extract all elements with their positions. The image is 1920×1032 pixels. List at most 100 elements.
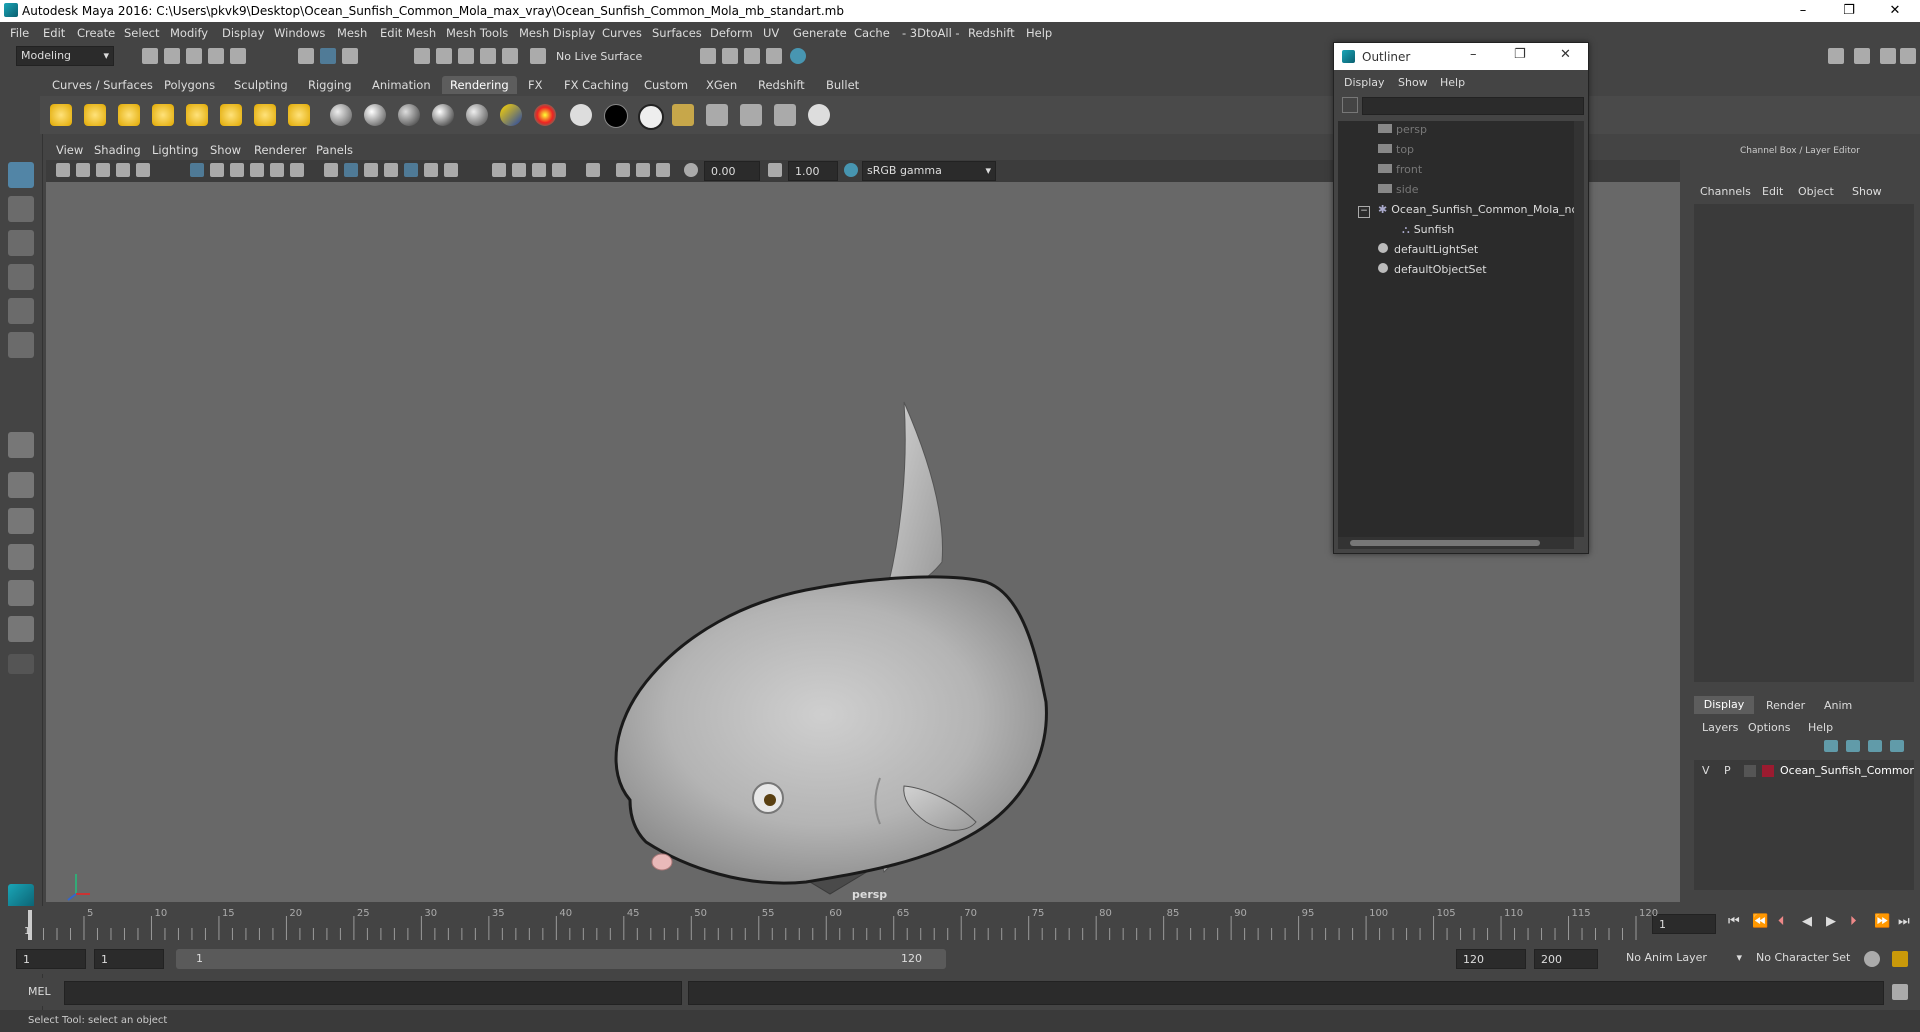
outliner-item-persp[interactable]: persp: [1378, 121, 1427, 139]
layer-tab-anim[interactable]: Anim: [1824, 699, 1852, 712]
new-layer-icon[interactable]: [1824, 740, 1838, 752]
outliner-search-input[interactable]: [1362, 97, 1584, 115]
step-back-frame-icon[interactable]: ⏴: [1778, 914, 1785, 929]
viewport-menu-renderer[interactable]: Renderer: [254, 143, 307, 157]
smooth-shade-icon[interactable]: [344, 163, 358, 177]
layer-row[interactable]: V P Ocean_Sunfish_Commor: [1694, 762, 1914, 780]
outliner-close-button[interactable]: ✕: [1560, 47, 1571, 62]
character-set-dropdown[interactable]: No Character Set: [1752, 949, 1876, 969]
menu-mesh-display[interactable]: Mesh Display: [519, 26, 595, 40]
ipr-render-icon[interactable]: [744, 48, 760, 64]
play-forward-icon[interactable]: ▶: [1826, 914, 1836, 929]
playback-start-field[interactable]: 1: [94, 949, 164, 969]
texture-icon[interactable]: [672, 104, 694, 126]
safe-action-icon[interactable]: [290, 163, 304, 177]
command-language-label[interactable]: MEL: [28, 985, 51, 998]
colorspace-dropdown[interactable]: sRGB gamma ▾: [862, 161, 996, 181]
layer-menu-options[interactable]: Options: [1748, 721, 1790, 734]
attribute-editor-icon[interactable]: [1854, 48, 1870, 64]
redo-icon[interactable]: [230, 48, 246, 64]
outliner-menu-display[interactable]: Display: [1344, 76, 1385, 89]
ambient-light-icon[interactable]: [50, 104, 72, 126]
use-background-icon[interactable]: [604, 104, 628, 128]
single-perspective-layout-icon[interactable]: [8, 432, 34, 458]
shadows-icon[interactable]: [444, 163, 458, 177]
menu-display[interactable]: Display: [222, 26, 264, 40]
spot-light-icon[interactable]: [152, 104, 174, 126]
move-tool-icon[interactable]: [8, 264, 34, 290]
outliner-item-top[interactable]: top: [1378, 141, 1414, 159]
range-slider-bar[interactable]: 1 120: [176, 949, 946, 969]
shelf-tab-fx[interactable]: FX: [520, 76, 551, 94]
scrollbar-thumb[interactable]: [1350, 540, 1540, 546]
menu-cache[interactable]: Cache: [854, 26, 890, 40]
channel-box-body[interactable]: [1694, 204, 1914, 682]
lambert-material-icon[interactable]: [330, 104, 352, 126]
outliner-item-sunfish[interactable]: ⛬ Sunfish: [1402, 221, 1454, 239]
command-input[interactable]: [64, 981, 682, 1005]
antialiasing-icon[interactable]: [552, 163, 566, 177]
shelf-tab-curves-surfaces[interactable]: Curves / Surfaces: [44, 76, 161, 94]
shelf-tab-rendering[interactable]: Rendering: [442, 76, 517, 94]
undo-icon[interactable]: [208, 48, 224, 64]
textured-icon[interactable]: [404, 163, 418, 177]
save-scene-icon[interactable]: [186, 48, 202, 64]
render-pass-icon[interactable]: [740, 104, 762, 126]
point-light-icon[interactable]: [118, 104, 140, 126]
isolate-select-icon[interactable]: [586, 163, 600, 177]
outliner-minimize-button[interactable]: –: [1470, 47, 1477, 62]
outliner-item-front[interactable]: front: [1378, 161, 1422, 179]
playback-end-field[interactable]: 120: [1456, 949, 1526, 969]
directional-light-icon[interactable]: [84, 104, 106, 126]
outliner-menu-help[interactable]: Help: [1440, 76, 1465, 89]
menu-windows[interactable]: Windows: [274, 26, 325, 40]
image-plane-icon[interactable]: [96, 163, 110, 177]
move-layer-down-icon[interactable]: [1890, 740, 1904, 752]
resolution-gate-icon[interactable]: [230, 163, 244, 177]
paint-select-tool-icon[interactable]: [8, 230, 34, 256]
outliner-item-default-object-set[interactable]: defaultObjectSet: [1378, 261, 1487, 279]
hypershade-layout-icon[interactable]: [8, 616, 34, 642]
shelf-tab-xgen[interactable]: XGen: [698, 76, 745, 94]
outliner-horizontal-scrollbar[interactable]: [1338, 537, 1574, 549]
ambient-occlusion-icon[interactable]: [532, 163, 546, 177]
shelf-tab-polygons[interactable]: Polygons: [156, 76, 223, 94]
graph-layout-icon[interactable]: [8, 580, 34, 606]
gamma-field[interactable]: 1.00: [788, 161, 838, 181]
outliner-layout-icon[interactable]: [8, 544, 34, 570]
phong-material-icon[interactable]: [398, 104, 420, 126]
snap-view-icon[interactable]: [480, 48, 496, 64]
select-tool-icon[interactable]: [8, 162, 34, 188]
select-by-component-icon[interactable]: [342, 48, 358, 64]
shading-map-icon[interactable]: [638, 104, 664, 130]
anim-layer-dropdown[interactable]: No Anim Layer ▾: [1622, 949, 1746, 969]
render-view-icon[interactable]: [766, 48, 782, 64]
render-layer-icon[interactable]: [706, 104, 728, 126]
tool-settings-icon[interactable]: [1880, 48, 1896, 64]
shelf-tab-animation[interactable]: Animation: [364, 76, 439, 94]
camera-attributes-icon[interactable]: [56, 163, 70, 177]
menu-mesh[interactable]: Mesh: [337, 26, 367, 40]
ramp-shader-icon[interactable]: [534, 104, 556, 126]
shelf-tab-rigging[interactable]: Rigging: [300, 76, 360, 94]
outliner-item-ocean-sunfish[interactable]: − ✱ Ocean_Sunfish_Common_Mola_nc: [1358, 201, 1578, 219]
exposure-field[interactable]: 0.00: [704, 161, 760, 181]
blinn-material-icon[interactable]: [364, 104, 386, 126]
2d-pan-zoom-icon[interactable]: [116, 163, 130, 177]
outliner-item-default-light-set[interactable]: defaultLightSet: [1378, 241, 1478, 259]
animation-end-field[interactable]: 200: [1534, 949, 1598, 969]
channel-box-toggle-icon[interactable]: [1900, 48, 1916, 64]
outliner-maximize-button[interactable]: ❐: [1514, 47, 1526, 62]
layer-menu-layers[interactable]: Layers: [1702, 721, 1738, 734]
menu-mesh-tools[interactable]: Mesh Tools: [446, 26, 508, 40]
menu-modify[interactable]: Modify: [170, 26, 208, 40]
snap-surface-icon[interactable]: [502, 48, 518, 64]
layer-reference-toggle[interactable]: [1744, 765, 1756, 777]
layer-visibility-toggle[interactable]: V: [1702, 762, 1710, 780]
animation-start-field[interactable]: 1: [16, 949, 86, 969]
shelf-tab-custom[interactable]: Custom: [636, 76, 696, 94]
step-back-key-icon[interactable]: ⏪: [1752, 914, 1768, 929]
frame-selection-icon[interactable]: [636, 163, 650, 177]
menu-edit[interactable]: Edit: [43, 26, 65, 40]
channel-menu-object[interactable]: Object: [1798, 185, 1834, 198]
